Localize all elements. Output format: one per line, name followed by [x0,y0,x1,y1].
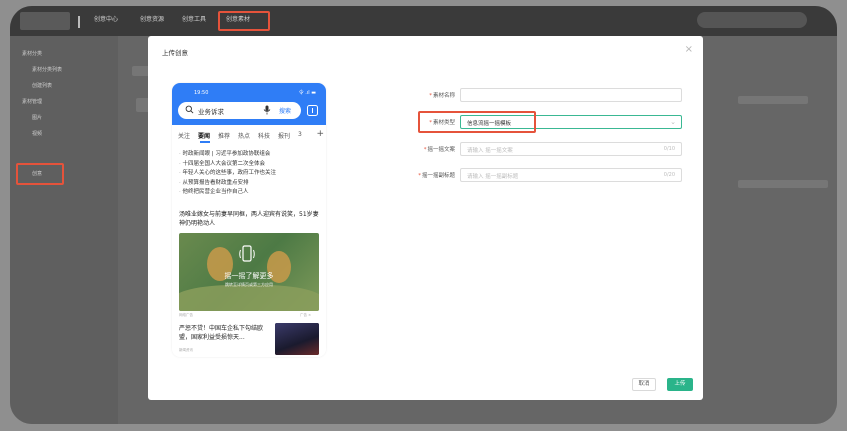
article-source: 新闻资讯 [179,348,193,352]
tab-hot[interactable]: 热点 [238,131,250,140]
screen-frame: 创意中心 创意资源 创意工具 创意素材 素材分类 素材分类列表 创建列表 素材管… [10,6,837,424]
news-item[interactable]: 年轻人关心的这些事，政府工作也关注 [179,169,323,179]
modal-title: 上传创意 [162,49,188,57]
shake-ad-image[interactable]: 摇一摇了解更多 跳转至详情页或第三方应用 [179,233,319,311]
search-icon [185,105,194,114]
sidebar-item-material-manage[interactable]: 素材管理 [22,98,42,105]
cancel-button[interactable]: 取消 [632,378,656,391]
news-item[interactable]: 他终把民营企业当作自己人 [179,188,323,198]
ad-label-tag[interactable]: 广告 × [300,313,311,318]
tab-follow[interactable]: 关注 [178,131,190,140]
tab-newspaper[interactable]: 报刊 [278,131,290,140]
user-area[interactable] [697,12,807,28]
shake-subtitle-input[interactable]: 请输入 摇一摇副标题 0/20 [460,168,682,182]
article-thumbnail[interactable] [275,323,319,355]
tab-tech[interactable]: 科技 [258,131,270,140]
sidebar-item-category-list[interactable]: 素材分类列表 [32,66,62,73]
shake-subtitle-placeholder: 请输入 摇一摇副标题 [467,174,519,180]
nav-item-tools[interactable]: 创意工具 [182,14,206,23]
nav-separator [78,16,80,28]
shake-copy-placeholder: 请输入 摇一摇文案 [467,148,513,154]
feed-headline[interactable]: 汤唯业嫁女与前妻早同框，两人迎宾有说笑，51岁妻神仍明艳动人 [179,210,319,228]
phone-search-placeholder: 业务诉求 [198,108,224,116]
char-counter: 0/10 [663,146,675,152]
phone-header: 19:50 令 .ıl ▬ 业务诉求 搜索 [172,83,326,125]
shake-copy-input[interactable]: 请输入 摇一摇文案 0/10 [460,142,682,156]
ad-main-text: 摇一摇了解更多 [224,272,274,280]
phone-preview: 19:50 令 .ıl ▬ 业务诉求 搜索 关注 要闻 推荐 热点 科技 报刊 … [172,83,326,357]
sidebar: 素材分类 素材分类列表 创建列表 素材管理 图片 视频 创意 [10,36,118,424]
phone-search-button[interactable]: 搜索 [279,106,291,115]
bg-placeholder [738,96,808,104]
sidebar-highlight-box [16,163,64,185]
ad-ground [179,285,319,311]
bg-placeholder [738,180,828,188]
material-name-input[interactable] [460,88,682,102]
sidebar-item-category[interactable]: 素材分类 [22,50,42,57]
field-label-subtitle: *摇一摇副标题 [418,173,455,179]
close-icon[interactable]: × [685,44,693,55]
chevron-down-icon: ⌄ [670,118,676,126]
ad-sub-text: 跳转至详情页或第三方应用 [225,282,273,287]
nav-highlight-box [218,11,270,31]
sidebar-item-images[interactable]: 图片 [32,114,42,121]
form-row-type: *素材类型 信息流摇一摇模板 ⌄ [398,111,688,133]
news-list: 时政新闻眼 | 习近平参加政协联组会 十四届全国人大会议第二次全体会 年轻人关心… [179,150,323,198]
microphone-icon[interactable] [263,105,271,115]
shake-phone-icon [239,245,255,262]
phone-search-box[interactable]: 业务诉求 搜索 [178,102,301,119]
upload-button[interactable]: 上传 [667,378,693,391]
menu-icon[interactable] [306,104,319,117]
upload-creative-modal: 上传创意 × 19:50 令 .ıl ▬ 业务诉求 搜索 关注 要闻 推荐 热点… [148,36,703,400]
sidebar-item-create-list[interactable]: 创建列表 [32,82,52,89]
plus-icon[interactable]: + [316,129,324,139]
field-label-copy: *摇一摇文案 [423,147,455,153]
type-highlight-box [418,111,536,133]
thumbnail-art [275,323,319,355]
form-row-copy: *摇一摇文案 请输入 摇一摇文案 0/10 [398,142,688,158]
char-counter: 0/20 [663,172,675,178]
tab-recommend[interactable]: 推荐 [218,131,230,140]
app-top-bar: 创意中心 创意资源 创意工具 创意素材 [10,6,837,36]
news-item[interactable]: 从预算报告看财政重点安排 [179,179,323,189]
feed-article[interactable]: 严惩不贷！中国车企私下勾结欧盟，国家利益受损惊天... [179,324,271,342]
tab-more[interactable]: 3 [298,131,302,138]
field-label-name: *素材名称 [429,93,455,99]
active-tab-underline [200,141,210,143]
news-item[interactable]: 十四届全国人大会议第二次全体会 [179,160,323,170]
status-icons: 令 .ıl ▬ [298,90,316,96]
nav-item-resources[interactable]: 创意资源 [140,14,164,23]
sidebar-item-videos[interactable]: 视频 [32,130,42,137]
app-logo [20,12,70,30]
news-item[interactable]: 时政新闻眼 | 习近平参加政协联组会 [179,150,323,160]
form-row-name: *素材名称 [398,88,688,104]
ad-source-tag: 网络广告 [179,313,193,317]
status-time: 19:50 [194,90,209,96]
phone-tabs: 关注 要闻 推荐 热点 科技 报刊 3 [178,131,324,143]
form-row-subtitle: *摇一摇副标题 请输入 摇一摇副标题 0/20 [398,168,688,184]
nav-center-label[interactable]: 创意中心 [94,14,118,23]
tab-news[interactable]: 要闻 [198,131,210,140]
